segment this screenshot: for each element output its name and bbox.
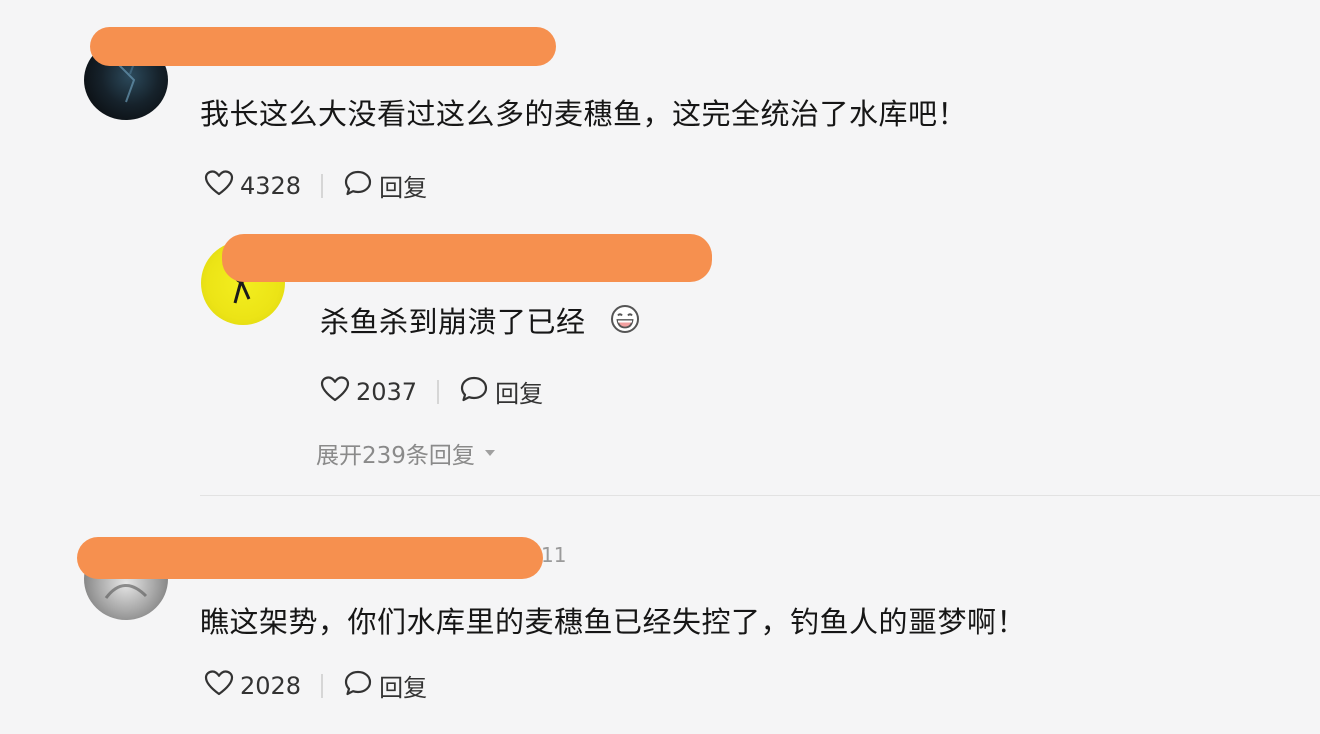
heart-outline-icon <box>320 375 350 409</box>
divider <box>321 173 324 198</box>
comment-text: 瞧这架势，你们水库里的麦穗鱼已经失控了，钓鱼人的噩梦啊！ <box>200 605 1027 639</box>
expand-replies-button[interactable]: 展开239条回复 <box>316 436 495 470</box>
speech-bubble-icon <box>459 375 489 409</box>
comment-actions: 4328 回复 <box>204 168 427 203</box>
comment-actions: 2028 回复 <box>204 668 427 703</box>
like-count: 2037 <box>356 377 418 406</box>
comment-text: 杀鱼杀到崩溃了已经 <box>320 302 641 345</box>
like-button[interactable]: 2037 <box>320 375 417 409</box>
username-redaction <box>90 27 556 66</box>
reply-button[interactable]: 回复 <box>459 374 543 409</box>
timestamp: 11 <box>541 543 567 567</box>
comment-actions: 2037 回复 <box>320 374 543 409</box>
comment-text: 我长这么大没看过这么多的麦穗鱼，这完全统治了水库吧！ <box>200 97 968 131</box>
like-button[interactable]: 2028 <box>204 669 301 703</box>
heart-outline-icon <box>204 669 234 703</box>
divider <box>321 673 324 698</box>
comment-divider <box>200 495 1320 496</box>
expand-replies-label: 展开239条回复 <box>316 443 475 469</box>
speech-bubble-icon <box>343 669 373 703</box>
divider <box>437 379 440 404</box>
caret-down-icon <box>484 450 495 456</box>
username-redaction <box>77 537 543 579</box>
comment-text-content: 杀鱼杀到崩溃了已经 <box>320 305 586 339</box>
grinning-face-icon <box>609 303 641 345</box>
reply-label: 回复 <box>495 380 544 408</box>
reply-button[interactable]: 回复 <box>343 168 427 203</box>
like-button[interactable]: 4328 <box>204 169 301 203</box>
like-count: 2028 <box>240 671 302 700</box>
like-count: 4328 <box>240 171 302 200</box>
reply-label: 回复 <box>379 674 428 702</box>
reply-label: 回复 <box>379 174 428 202</box>
username-redaction <box>222 234 712 282</box>
reply-button[interactable]: 回复 <box>343 668 427 703</box>
heart-outline-icon <box>204 169 234 203</box>
speech-bubble-icon <box>343 169 373 203</box>
